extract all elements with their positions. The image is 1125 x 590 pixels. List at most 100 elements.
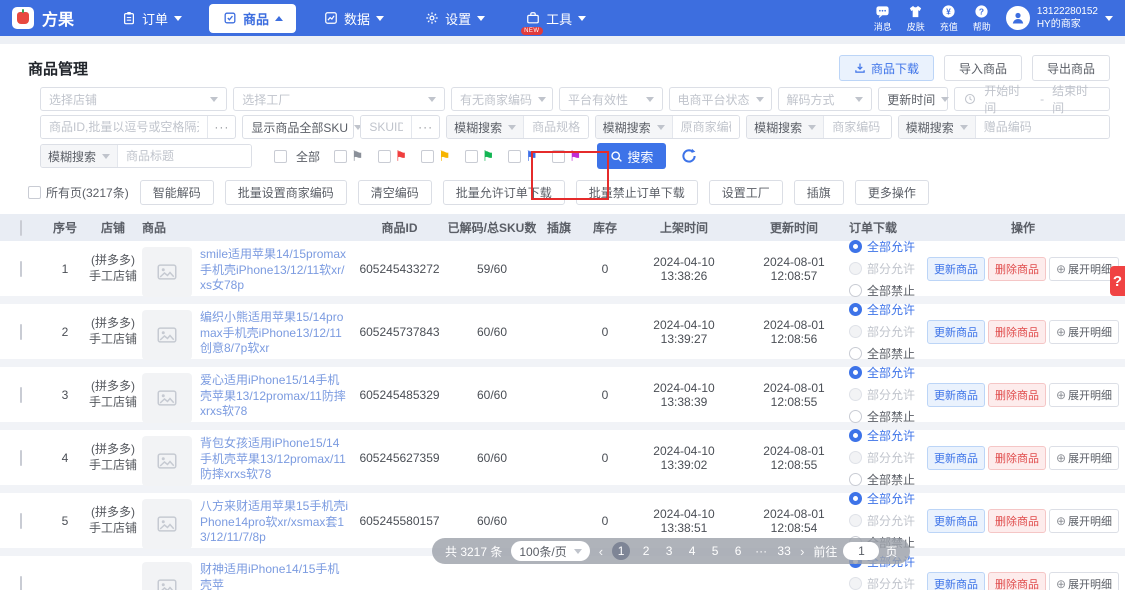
page-3[interactable]: 3 xyxy=(662,544,676,558)
delete-product-button[interactable]: 删除商品 xyxy=(988,446,1046,470)
update-product-button[interactable]: 更新商品 xyxy=(927,509,985,533)
radio-allow-all[interactable]: 全部允许 xyxy=(849,490,941,507)
delete-product-button[interactable]: 删除商品 xyxy=(988,572,1046,590)
product-image-placeholder[interactable] xyxy=(142,373,192,423)
has-merchant-code-select[interactable]: 有无商家编码 xyxy=(451,87,553,111)
gift-code-input[interactable] xyxy=(976,116,1109,138)
product-download-button[interactable]: 商品下载 xyxy=(839,55,934,81)
expand-detail-button[interactable]: ⊕展开明细 xyxy=(1049,257,1119,281)
help-button[interactable]: ? 帮助 xyxy=(973,4,991,33)
product-title-link[interactable]: smile适用苹果14/15promax手机壳iPhone13/12/11软xr… xyxy=(200,247,350,294)
product-image-placeholder[interactable] xyxy=(142,310,192,360)
radio-allow-all[interactable]: 全部允许 xyxy=(849,301,941,318)
product-title-link[interactable]: 背包女孩适用iPhone15/14手机壳苹果13/12promax/11防摔xr… xyxy=(200,436,350,483)
page-size-select[interactable]: 100条/页 xyxy=(511,541,589,561)
all-flags-checkbox[interactable] xyxy=(274,150,287,163)
jump-page-input[interactable] xyxy=(843,542,879,560)
update-product-button[interactable]: 更新商品 xyxy=(927,320,985,344)
page-ellipsis[interactable]: ··· xyxy=(754,544,768,558)
product-id-input[interactable] xyxy=(41,116,207,138)
nav-data[interactable]: 数据 xyxy=(310,4,397,33)
nav-orders[interactable]: 订单 xyxy=(108,4,195,33)
row-checkbox[interactable] xyxy=(20,513,22,529)
brand[interactable]: 方果 xyxy=(12,6,74,30)
expand-detail-button[interactable]: ⊕展开明细 xyxy=(1049,320,1119,344)
fuzzy-mode-select[interactable]: 模糊搜索 xyxy=(596,116,673,138)
merchant-code-input[interactable] xyxy=(824,116,891,138)
product-title-link[interactable]: 财神适用iPhone14/15手机壳苹 xyxy=(200,562,350,590)
row-checkbox[interactable] xyxy=(20,387,22,403)
next-page-button[interactable]: › xyxy=(800,544,804,559)
radio-forbid-all[interactable]: 全部禁止 xyxy=(849,345,941,362)
product-title-link[interactable]: 编织小熊适用苹果15/14promax手机壳iPhone13/12/11创意8/… xyxy=(200,310,350,357)
delete-product-button[interactable]: 删除商品 xyxy=(988,509,1046,533)
time-type-select[interactable]: 更新时间 xyxy=(878,87,948,111)
flag-green-checkbox[interactable] xyxy=(465,150,478,163)
expand-detail-button[interactable]: ⊕展开明细 xyxy=(1049,572,1119,590)
import-products-button[interactable]: 导入商品 xyxy=(944,55,1022,81)
product-image-placeholder[interactable] xyxy=(142,247,192,297)
prev-page-button[interactable]: ‹ xyxy=(599,544,603,559)
flag-purple-checkbox[interactable] xyxy=(552,150,565,163)
sku-display-select[interactable]: 显示商品全部SKU xyxy=(242,115,354,139)
radio-forbid-all[interactable]: 全部禁止 xyxy=(849,408,941,425)
update-product-button[interactable]: 更新商品 xyxy=(927,572,985,590)
flag-orange-checkbox[interactable] xyxy=(421,150,434,163)
flag-blue-checkbox[interactable] xyxy=(508,150,521,163)
more-ids-button[interactable]: ··· xyxy=(207,116,235,138)
shop-select[interactable]: 选择店铺 xyxy=(40,87,227,111)
product-title-link[interactable]: 爱心适用iPhone15/14手机壳苹果13/12promax/11防摔xrxs… xyxy=(200,373,350,420)
header-checkbox[interactable] xyxy=(20,220,22,236)
radio-forbid-all[interactable]: 全部禁止 xyxy=(849,471,941,488)
search-button[interactable]: 搜索 xyxy=(597,143,666,169)
nav-tools[interactable]: NEW 工具 xyxy=(512,4,599,33)
product-image-placeholder[interactable] xyxy=(142,436,192,486)
fuzzy-mode-select[interactable]: 模糊搜索 xyxy=(747,116,824,138)
delete-product-button[interactable]: 删除商品 xyxy=(988,383,1046,407)
radio-allow-all[interactable]: 全部允许 xyxy=(849,238,941,255)
recharge-button[interactable]: ¥ 充值 xyxy=(940,4,958,33)
refresh-icon[interactable] xyxy=(678,145,700,167)
page-2[interactable]: 2 xyxy=(639,544,653,558)
export-products-button[interactable]: 导出商品 xyxy=(1032,55,1110,81)
radio-allow-all[interactable]: 全部允许 xyxy=(849,427,941,444)
platform-validity-select[interactable]: 平台有效性 xyxy=(559,87,663,111)
nav-products[interactable]: 商品 xyxy=(209,4,296,33)
expand-detail-button[interactable]: ⊕展开明细 xyxy=(1049,383,1119,407)
set-factory-button[interactable]: 设置工厂 xyxy=(709,180,783,205)
help-tab[interactable]: ? xyxy=(1110,266,1125,296)
row-checkbox[interactable] xyxy=(20,450,22,466)
page-6[interactable]: 6 xyxy=(731,544,745,558)
page-1[interactable]: 1 xyxy=(612,542,630,560)
batch-allow-download-button[interactable]: 批量允许订单下载 xyxy=(443,180,565,205)
row-checkbox[interactable] xyxy=(20,324,22,340)
row-checkbox[interactable] xyxy=(20,261,22,277)
skuid-input[interactable] xyxy=(361,116,411,138)
page-33[interactable]: 33 xyxy=(777,544,791,558)
smart-decode-button[interactable]: 智能解码 xyxy=(140,180,214,205)
fuzzy-mode-select[interactable]: 模糊搜索 xyxy=(899,116,976,138)
product-title-input[interactable] xyxy=(118,145,251,167)
update-product-button[interactable]: 更新商品 xyxy=(927,383,985,407)
radio-forbid-all[interactable]: 全部禁止 xyxy=(849,282,941,299)
spec-input[interactable] xyxy=(524,116,588,138)
page-5[interactable]: 5 xyxy=(708,544,722,558)
batch-set-merchant-code-button[interactable]: 批量设置商家编码 xyxy=(225,180,347,205)
row-checkbox[interactable] xyxy=(20,576,22,590)
messages-button[interactable]: 消息 xyxy=(874,4,892,33)
expand-detail-button[interactable]: ⊕展开明细 xyxy=(1049,446,1119,470)
expand-detail-button[interactable]: ⊕展开明细 xyxy=(1049,509,1119,533)
flag-gray-checkbox[interactable] xyxy=(334,150,347,163)
skin-button[interactable]: 皮肤 xyxy=(907,4,925,33)
update-product-button[interactable]: 更新商品 xyxy=(927,446,985,470)
select-all-checkbox[interactable] xyxy=(28,186,41,199)
date-range-picker[interactable]: 开始时间 - 结束时间 xyxy=(954,87,1110,111)
delete-product-button[interactable]: 删除商品 xyxy=(988,257,1046,281)
platform-status-select[interactable]: 电商平台状态 xyxy=(669,87,772,111)
product-title-link[interactable]: 八方来财适用苹果15手机壳iPhone14pro软xr/xsmax套13/12/… xyxy=(200,499,350,546)
fuzzy-mode-select[interactable]: 模糊搜索 xyxy=(447,116,524,138)
decode-mode-select[interactable]: 解码方式 xyxy=(778,87,873,111)
old-merchant-code-input[interactable] xyxy=(673,116,740,138)
more-actions-button[interactable]: 更多操作 xyxy=(855,180,929,205)
product-image-placeholder[interactable] xyxy=(142,562,192,590)
